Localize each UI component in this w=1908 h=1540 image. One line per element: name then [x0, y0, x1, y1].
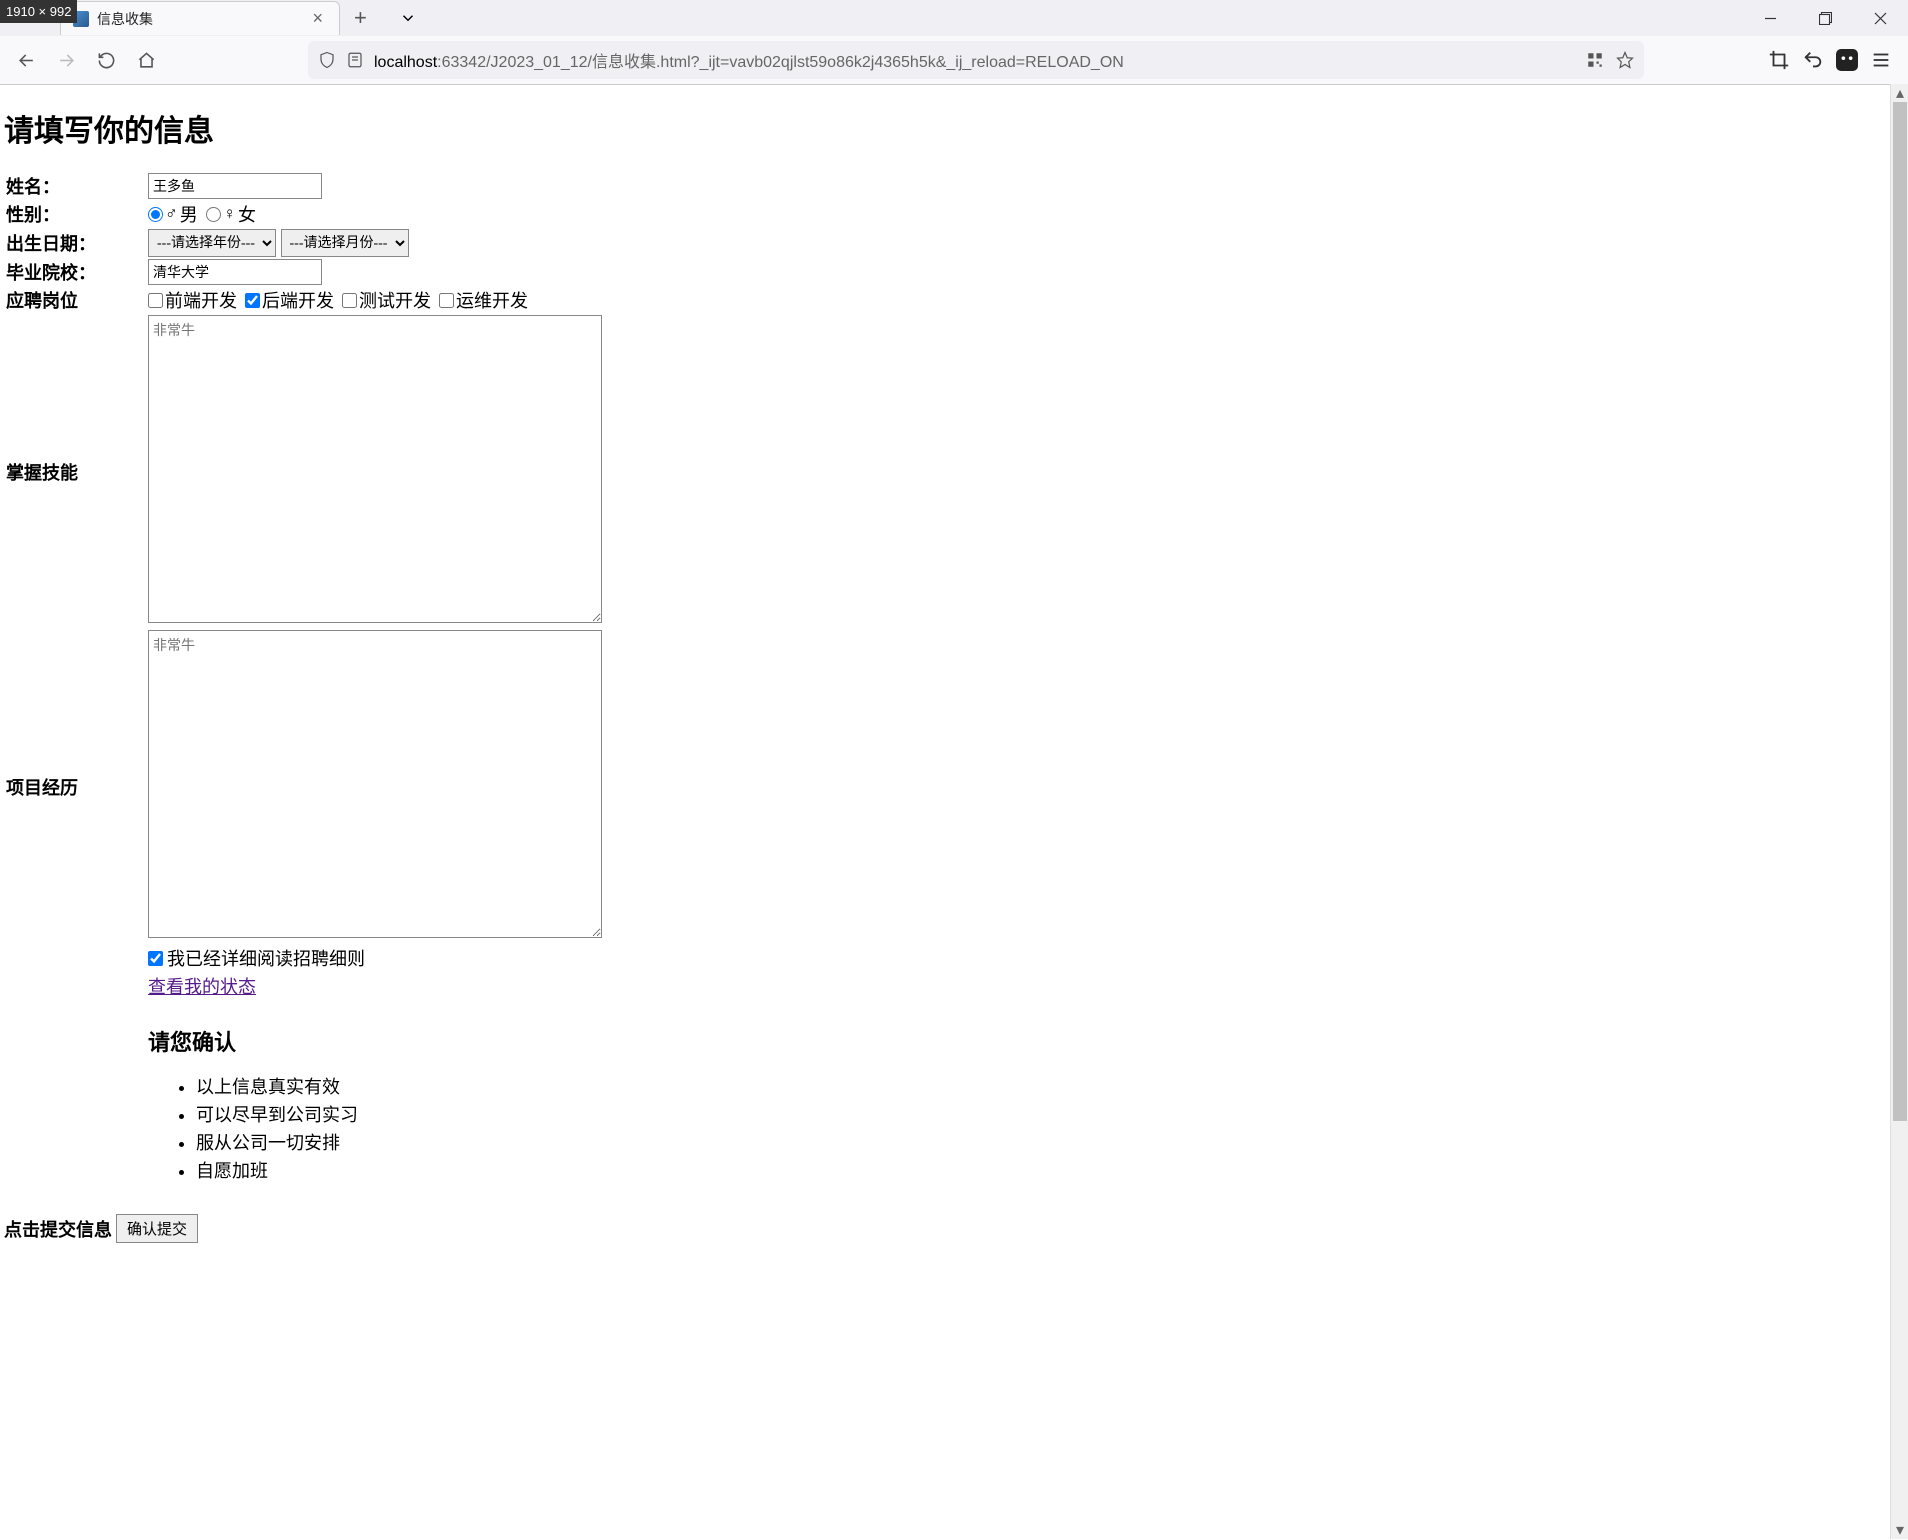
position-label-3: 运维开发 — [456, 287, 528, 313]
confirm-title: 请您确认 — [148, 1025, 602, 1057]
nav-bar: localhost:63342/J2023_01_12/信息收集.html?_i… — [0, 36, 1908, 84]
qr-icon[interactable] — [1586, 51, 1604, 69]
submit-button[interactable]: 确认提交 — [116, 1214, 198, 1243]
gender-female-label: 女 — [238, 201, 256, 227]
tab-title: 信息收集 — [97, 9, 300, 29]
confirm-item-2: 服从公司一切安排 — [196, 1129, 602, 1155]
url-text: localhost:63342/J2023_01_12/信息收集.html?_i… — [374, 48, 1576, 72]
close-window-button[interactable] — [1853, 0, 1908, 36]
scrollbar-thumb[interactable] — [1893, 102, 1907, 1121]
browser-tab[interactable]: 信息收集 × — [60, 1, 340, 35]
position-label: 应聘岗位 — [4, 286, 146, 314]
tab-list-button[interactable] — [381, 0, 436, 36]
forward-button[interactable] — [48, 42, 84, 78]
birth-month-select[interactable]: ---请选择月份--- — [281, 229, 409, 257]
projects-textarea[interactable] — [148, 630, 602, 938]
menu-button[interactable] — [1870, 49, 1892, 71]
crop-icon[interactable] — [1768, 49, 1790, 71]
extension-icons — [1768, 49, 1900, 71]
browser-chrome: 1910 × 992 信息收集 × + — [0, 0, 1908, 85]
submit-row: 点击提交信息 确认提交 — [4, 1214, 1890, 1243]
position-checkbox-2[interactable] — [342, 293, 357, 308]
minimize-button[interactable] — [1743, 0, 1798, 36]
status-link[interactable]: 查看我的状态 — [148, 977, 256, 997]
gender-radio-group: ♂男 ♀女 — [148, 201, 602, 227]
position-label-2: 测试开发 — [359, 287, 431, 313]
male-icon: ♂ — [165, 204, 178, 224]
gender-male-radio[interactable] — [148, 207, 163, 222]
submit-label: 点击提交信息 — [4, 1216, 112, 1242]
female-icon: ♀ — [223, 204, 236, 224]
confirm-item-1: 可以尽早到公司实习 — [196, 1101, 602, 1127]
position-label-1: 后端开发 — [262, 287, 334, 313]
home-button[interactable] — [128, 42, 164, 78]
star-icon[interactable] — [1616, 51, 1634, 69]
tab-close-button[interactable]: × — [308, 8, 327, 29]
confirm-item-3: 自愿加班 — [196, 1157, 602, 1183]
name-input[interactable] — [148, 173, 322, 199]
agree-label: 我已经详细阅读招聘细则 — [167, 945, 365, 971]
new-tab-button[interactable]: + — [340, 5, 381, 31]
confirm-item-0: 以上信息真实有效 — [196, 1073, 602, 1099]
back-button[interactable] — [8, 42, 44, 78]
tab-bar: 1910 × 992 信息收集 × + — [0, 0, 1908, 36]
dimension-badge: 1910 × 992 — [0, 0, 77, 23]
vertical-scrollbar[interactable]: ▴ ▾ — [1890, 84, 1908, 1539]
skills-textarea[interactable] — [148, 315, 602, 623]
gender-male-label: 男 — [180, 201, 198, 227]
name-label: 姓名： — [4, 172, 146, 200]
maximize-button[interactable] — [1798, 0, 1853, 36]
form-table: 姓名： 性别： ♂男 ♀女 出生日期： — [4, 172, 604, 1186]
extension-icon[interactable] — [1836, 49, 1858, 71]
scroll-up-arrow-icon[interactable]: ▴ — [1891, 84, 1908, 102]
agree-checkbox[interactable] — [148, 951, 163, 966]
position-checkbox-3[interactable] — [439, 293, 454, 308]
scroll-down-arrow-icon[interactable]: ▾ — [1891, 1521, 1908, 1539]
position-checkbox-group: 前端开发后端开发测试开发运维开发 — [148, 287, 602, 313]
undo-icon[interactable] — [1802, 49, 1824, 71]
page-title: 请填写你的信息 — [4, 106, 1890, 150]
confirm-list: 以上信息真实有效可以尽早到公司实习服从公司一切安排自愿加班 — [196, 1073, 602, 1183]
reload-button[interactable] — [88, 42, 124, 78]
birth-year-select[interactable]: ---请选择年份--- — [148, 229, 276, 257]
url-bar[interactable]: localhost:63342/J2023_01_12/信息收集.html?_i… — [308, 41, 1644, 79]
gender-female-radio[interactable] — [206, 207, 221, 222]
site-info-icon[interactable] — [346, 51, 364, 69]
gender-label: 性别： — [4, 200, 146, 228]
window-controls — [1743, 0, 1908, 36]
position-checkbox-0[interactable] — [148, 293, 163, 308]
shield-icon[interactable] — [318, 51, 336, 69]
birth-label: 出生日期： — [4, 228, 146, 258]
school-label: 毕业院校： — [4, 258, 146, 286]
position-label-0: 前端开发 — [165, 287, 237, 313]
skills-label: 掌握技能 — [4, 314, 146, 629]
school-input[interactable] — [148, 259, 322, 285]
projects-label: 项目经历 — [4, 629, 146, 944]
position-checkbox-1[interactable] — [245, 293, 260, 308]
